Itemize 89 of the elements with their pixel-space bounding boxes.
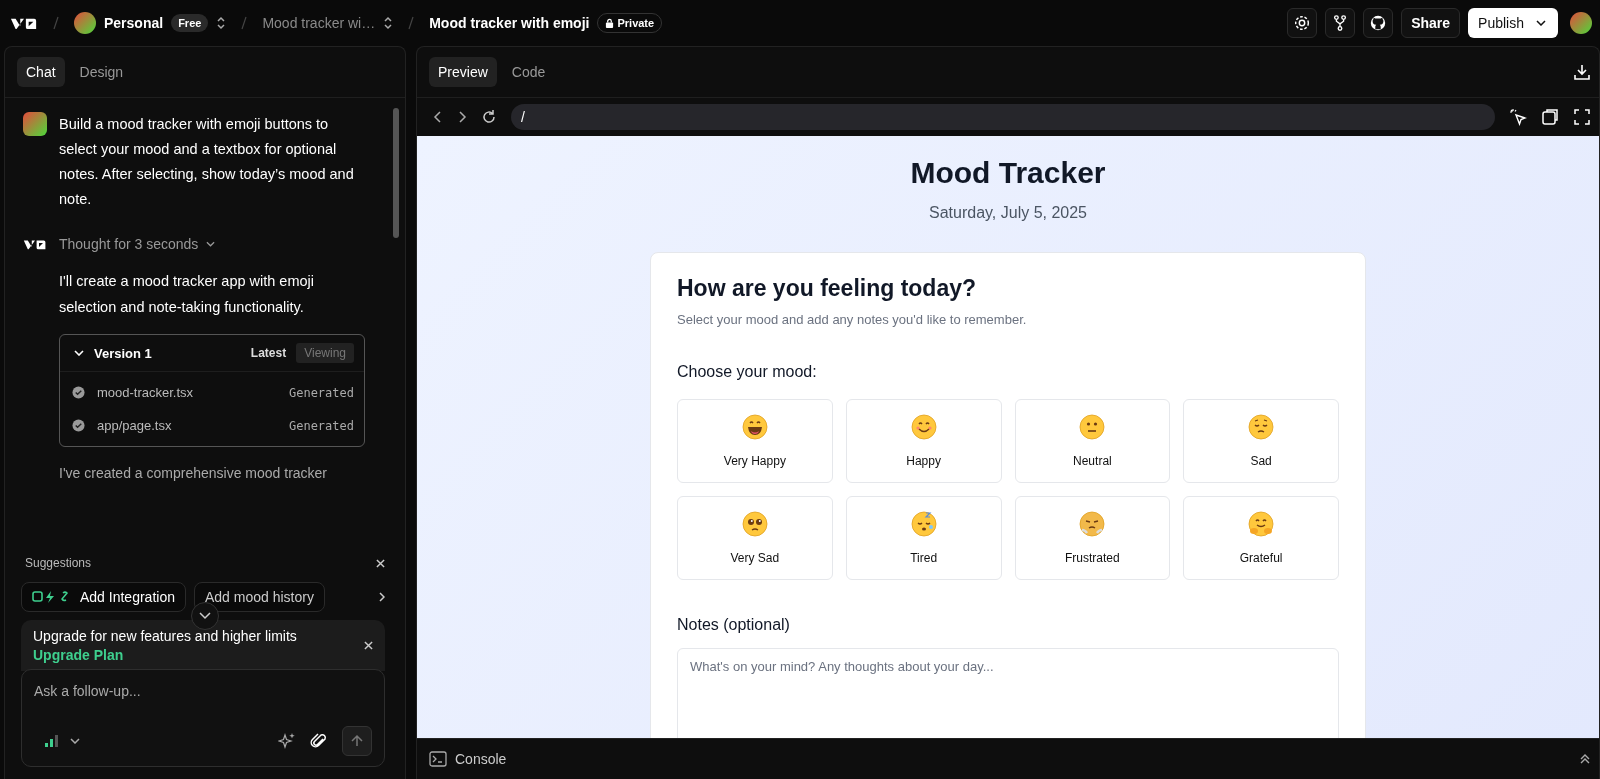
slash-separator-icon xyxy=(407,15,416,31)
latest-label: Latest xyxy=(250,346,287,360)
user-avatar xyxy=(23,112,47,136)
upgrade-link[interactable]: Upgrade Plan xyxy=(33,647,297,663)
back-icon[interactable] xyxy=(433,110,443,124)
mood-button[interactable]: Frustrated xyxy=(1014,496,1171,580)
download-icon[interactable] xyxy=(1573,63,1591,81)
workspace-name[interactable]: Personal xyxy=(104,15,164,31)
suggestion-chip[interactable]: Add mood history xyxy=(193,582,325,612)
notes-field[interactable]: What's on your mind? Any thoughts about your day... xyxy=(677,648,1339,738)
file-name[interactable]: app/page.tsx xyxy=(97,418,277,433)
gear-icon xyxy=(1293,14,1312,32)
project-name[interactable]: Mood tracker wi… xyxy=(262,15,376,31)
file-name[interactable]: mood-tracker.tsx xyxy=(97,385,277,400)
model-bars-icon[interactable] xyxy=(44,734,60,748)
viewing-badge: Viewing xyxy=(296,343,354,363)
view-tab[interactable]: Code xyxy=(502,57,555,87)
emoji-face-icon xyxy=(1079,511,1106,537)
chevron-icon xyxy=(199,612,211,620)
section-label: Notes (optional) xyxy=(677,616,791,634)
chevron-icon xyxy=(1536,20,1546,26)
forward-icon[interactable] xyxy=(457,110,467,124)
emoji-face-icon xyxy=(910,414,937,440)
assistant-message: I've created a comprehensive mood tracker xyxy=(59,465,329,481)
scrollbar[interactable] xyxy=(393,108,399,238)
url-field[interactable]: / xyxy=(511,104,1495,130)
chevron-icon[interactable] xyxy=(206,241,216,247)
terminal-icon[interactable] xyxy=(429,751,447,767)
card-subtitle: Select your mood and add any notes you'd like to remember. xyxy=(677,312,1028,327)
mood-button[interactable]: Very Sad xyxy=(677,496,833,580)
window-icon[interactable] xyxy=(1541,108,1559,126)
github-button[interactable] xyxy=(1363,8,1394,38)
page-title: Mood Tracker xyxy=(910,156,1106,190)
mood-button[interactable]: Neutral xyxy=(1014,399,1171,483)
close-icon[interactable] xyxy=(364,641,373,650)
check-circle-icon xyxy=(72,419,85,432)
emoji-face-icon xyxy=(741,511,768,537)
upgrade-text: Upgrade for new features and higher limits xyxy=(33,628,297,644)
refresh-icon[interactable] xyxy=(481,109,497,125)
emoji-face-icon xyxy=(910,511,937,537)
slash-separator-icon xyxy=(240,15,249,31)
console-toggle[interactable]: Console xyxy=(455,751,507,767)
user-avatar[interactable] xyxy=(1570,12,1592,34)
panel-tab[interactable]: Design xyxy=(70,57,133,87)
arrow-up-icon xyxy=(350,734,364,748)
settings-button[interactable] xyxy=(1287,8,1318,38)
user-message: Build a mood tracker with emoji buttons to select your mood and a textbox for optional notes. After selecting, show today’s mood and note. xyxy=(59,115,355,209)
publish-button[interactable]: Publish xyxy=(1468,8,1558,38)
send-button[interactable] xyxy=(342,726,372,756)
chevron-icon[interactable] xyxy=(70,738,80,744)
emoji-face-icon xyxy=(1248,414,1275,440)
suggestion-chip[interactable]: Add Integration xyxy=(21,582,186,612)
pointer-select-icon[interactable] xyxy=(1509,108,1527,126)
share-button[interactable]: Share xyxy=(1401,8,1461,38)
sparkle-icon[interactable] xyxy=(278,732,296,750)
mood-button[interactable]: Grateful xyxy=(1183,496,1339,580)
panel-tab[interactable]: Chat xyxy=(17,57,65,87)
fork-button[interactable] xyxy=(1325,8,1356,38)
chevron-updown-icon[interactable] xyxy=(383,16,394,30)
card-title: How are you feeling today? xyxy=(677,275,978,302)
slash-separator-icon xyxy=(52,15,60,31)
file-status: Generated xyxy=(288,385,354,400)
fullscreen-icon[interactable] xyxy=(1573,108,1591,126)
mood-button[interactable]: Very Happy xyxy=(677,399,833,483)
plan-badge: Free xyxy=(171,14,209,32)
double-chevron-up-icon[interactable] xyxy=(1579,753,1591,765)
paperclip-icon[interactable] xyxy=(310,732,328,750)
check-circle-icon xyxy=(72,386,85,399)
mood-button[interactable]: Happy xyxy=(845,399,1002,483)
follow-up-input[interactable]: Ask a follow-up... xyxy=(34,683,372,699)
chat-title: Mood tracker with emoji xyxy=(429,15,590,31)
suggestions-title: Suggestions xyxy=(24,556,92,570)
version-title: Version 1 xyxy=(94,345,153,361)
chevron-updown-icon[interactable] xyxy=(216,16,227,30)
avatar xyxy=(74,12,96,34)
date-text: Saturday, July 5, 2025 xyxy=(929,204,1087,222)
emoji-face-icon xyxy=(1079,414,1106,440)
cat-logo-icon xyxy=(1369,14,1388,32)
thought-toggle[interactable]: Thought for 3 seconds xyxy=(59,236,199,252)
emoji-face-icon xyxy=(741,414,768,440)
section-label: Choose your mood: xyxy=(677,363,818,381)
mood-button[interactable]: Sad xyxy=(1183,399,1339,483)
emoji-face-icon xyxy=(1248,511,1275,537)
close-icon[interactable] xyxy=(376,558,385,568)
file-status: Generated xyxy=(288,418,354,433)
chevron-right-icon[interactable] xyxy=(379,592,385,602)
view-tab[interactable]: Preview xyxy=(429,57,497,87)
mood-button[interactable]: Tired xyxy=(845,496,1002,580)
assistant-message: I'll create a mood tracker app with emoji selection and note-taking functionality. xyxy=(59,272,316,317)
